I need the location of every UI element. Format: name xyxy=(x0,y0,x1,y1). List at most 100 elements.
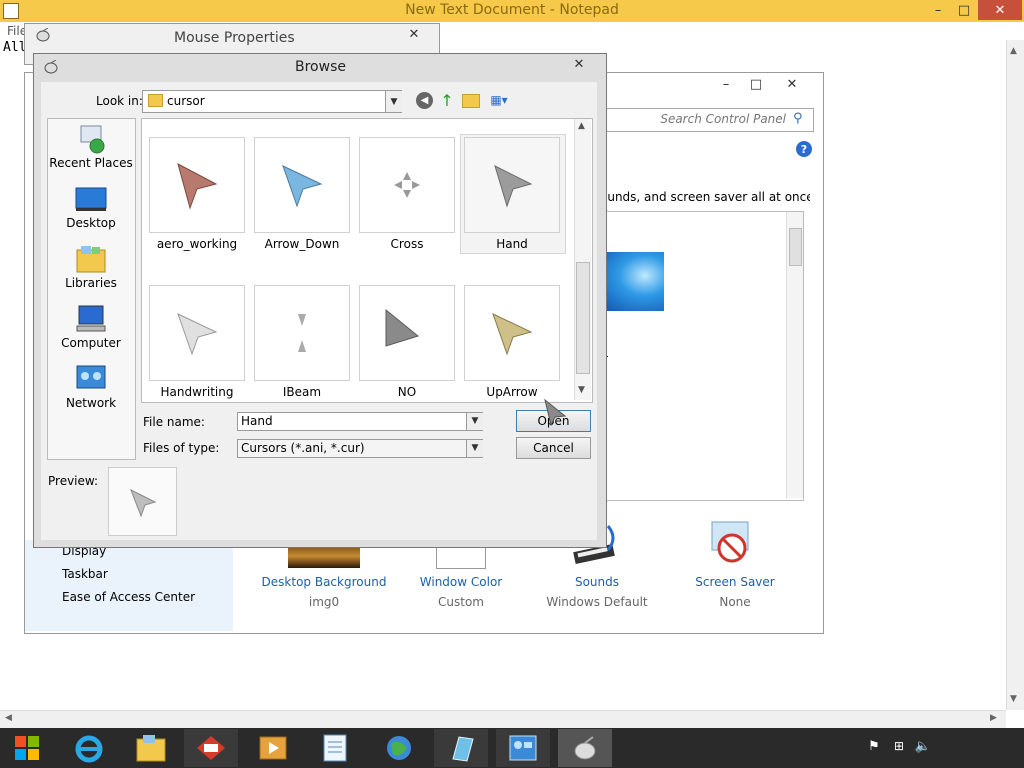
taskbar-notepad[interactable] xyxy=(308,729,362,767)
file-label: IBeam xyxy=(282,385,322,399)
taskbar-mouse-properties[interactable] xyxy=(558,729,612,767)
taskbar-control-panel[interactable] xyxy=(496,729,550,767)
cp-description: ounds, and screen saver all at once. xyxy=(600,190,810,204)
cancel-button[interactable]: Cancel xyxy=(516,437,591,459)
network-status-icon[interactable]: ⊞ xyxy=(890,738,908,754)
file-label: NO xyxy=(397,385,417,399)
taskbar-media-player[interactable] xyxy=(246,729,300,767)
notepad-maximize-button[interactable]: □ xyxy=(952,1,976,19)
scroll-left-icon[interactable]: ◀ xyxy=(5,713,12,723)
cursor-icon xyxy=(385,308,420,347)
notepad-text-area[interactable]: All xyxy=(3,40,26,55)
folder-icon xyxy=(148,94,163,107)
back-icon[interactable]: ◀ xyxy=(416,92,433,109)
help-icon[interactable]: ? xyxy=(796,141,812,157)
notepad-minimize-button[interactable]: – xyxy=(926,1,950,19)
cp-minimize-button[interactable]: – xyxy=(712,76,740,92)
mouse-icon xyxy=(34,27,52,42)
screen-saver-value: None xyxy=(719,595,751,609)
scroll-down-icon[interactable]: ▼ xyxy=(1010,694,1017,704)
taskbar-file-explorer[interactable] xyxy=(124,729,178,767)
internet-explorer-icon xyxy=(75,735,103,763)
file-tile-arrow-down[interactable] xyxy=(254,137,350,233)
start-button[interactable] xyxy=(0,729,54,767)
volume-icon[interactable]: 🔈 xyxy=(914,738,932,754)
preview-cursor-icon xyxy=(130,488,157,518)
libraries-label: Libraries xyxy=(65,276,117,290)
place-recent-places[interactable]: Recent Places xyxy=(48,124,134,170)
screen-saver-link[interactable]: Screen Saver xyxy=(660,575,810,589)
taskbar-browser[interactable] xyxy=(372,729,426,767)
file-label: UpArrow xyxy=(486,385,538,399)
window-color-icon[interactable] xyxy=(436,546,486,569)
view-menu-icon[interactable]: ▦▾ xyxy=(486,92,512,108)
look-in-dropdown-icon[interactable]: ▼ xyxy=(385,91,402,112)
place-desktop[interactable]: Desktop xyxy=(48,184,134,230)
window-color-value: Custom xyxy=(438,595,484,609)
notepad-close-button[interactable]: ✕ xyxy=(978,0,1022,20)
scroll-up-icon[interactable]: ▲ xyxy=(1010,46,1017,56)
file-label: Hand xyxy=(496,237,528,251)
files-of-type-combobox[interactable]: Cursors (*.ani, *.cur) ▼ xyxy=(237,439,483,458)
browse-close-button[interactable]: ✕ xyxy=(568,56,590,72)
file-tile-cross[interactable] xyxy=(359,137,455,233)
notepad-horizontal-scrollbar[interactable]: ◀ ▶ xyxy=(0,710,1006,728)
themes-scrollbar[interactable] xyxy=(786,212,803,498)
file-tile-ibeam[interactable] xyxy=(254,285,350,381)
file-label: Arrow_Down xyxy=(264,237,340,251)
window-color-link[interactable]: Window Color xyxy=(386,575,536,589)
place-network[interactable]: Network xyxy=(48,364,134,410)
taskbar-display-settings[interactable] xyxy=(434,729,488,767)
themes-scroll-thumb[interactable] xyxy=(789,228,802,266)
place-libraries[interactable]: Libraries xyxy=(48,244,134,290)
cp-search-input[interactable]: Search Control Panel ⚲ xyxy=(580,108,814,132)
mouse-properties-close-button[interactable]: ✕ xyxy=(404,26,424,42)
file-list-scroll-thumb[interactable] xyxy=(576,262,590,374)
files-of-type-dropdown-icon[interactable]: ▼ xyxy=(466,440,483,457)
file-name-dropdown-icon[interactable]: ▼ xyxy=(466,413,483,430)
mouse-pointer-icon xyxy=(543,398,569,427)
file-tile-no[interactable] xyxy=(359,285,455,381)
look-in-combobox[interactable]: cursor ▼ xyxy=(142,90,402,113)
file-name-combobox[interactable]: Hand ▼ xyxy=(237,412,483,431)
scroll-down-icon[interactable]: ▼ xyxy=(578,385,585,395)
browse-title: Browse xyxy=(295,59,346,75)
media-player-icon xyxy=(259,736,287,760)
notepad-icon xyxy=(323,734,347,762)
place-computer[interactable]: Computer xyxy=(48,304,134,350)
cursor-icon xyxy=(494,165,533,208)
theme-thumbnail[interactable] xyxy=(600,252,664,311)
mouse-properties-title: Mouse Properties xyxy=(174,30,295,46)
look-in-label: Look in: xyxy=(96,94,143,108)
cp-maximize-button[interactable]: □ xyxy=(742,76,770,92)
see-also-ease-of-access-link[interactable]: Ease of Access Center xyxy=(62,590,195,604)
taskbar-app[interactable] xyxy=(184,729,238,767)
cursor-icon xyxy=(177,313,218,356)
file-name-value: Hand xyxy=(241,414,273,428)
notepad-vertical-scrollbar[interactable]: ▲ ▼ xyxy=(1006,40,1024,710)
screen-saver-icon[interactable] xyxy=(708,520,756,568)
file-tile-aero-working[interactable] xyxy=(149,137,245,233)
desktop-background-link[interactable]: Desktop Background xyxy=(249,575,399,589)
recent-places-label: Recent Places xyxy=(49,156,133,170)
cursor-icon xyxy=(282,165,323,208)
flag-icon[interactable]: ⚑ xyxy=(866,738,882,754)
see-also-taskbar-link[interactable]: Taskbar xyxy=(62,567,108,581)
network-label: Network xyxy=(65,396,117,410)
cp-close-button[interactable]: ✕ xyxy=(776,76,808,92)
file-tile-handwriting[interactable] xyxy=(149,285,245,381)
browse-mouse-icon xyxy=(42,59,60,74)
file-tile-hand-selected[interactable] xyxy=(464,137,560,233)
cursor-icon xyxy=(492,313,533,356)
up-one-level-icon[interactable]: ↑ xyxy=(438,90,456,110)
display-settings-icon xyxy=(452,736,474,762)
new-folder-icon[interactable] xyxy=(462,94,480,108)
look-in-value: cursor xyxy=(167,94,205,108)
cursor-icon xyxy=(298,314,306,352)
search-icon[interactable]: ⚲ xyxy=(793,111,803,126)
taskbar-internet-explorer[interactable] xyxy=(62,729,116,767)
scroll-right-icon[interactable]: ▶ xyxy=(990,713,997,723)
file-tile-uparrow[interactable] xyxy=(464,285,560,381)
sounds-link[interactable]: Sounds xyxy=(522,575,672,589)
scroll-up-icon[interactable]: ▲ xyxy=(578,121,585,131)
